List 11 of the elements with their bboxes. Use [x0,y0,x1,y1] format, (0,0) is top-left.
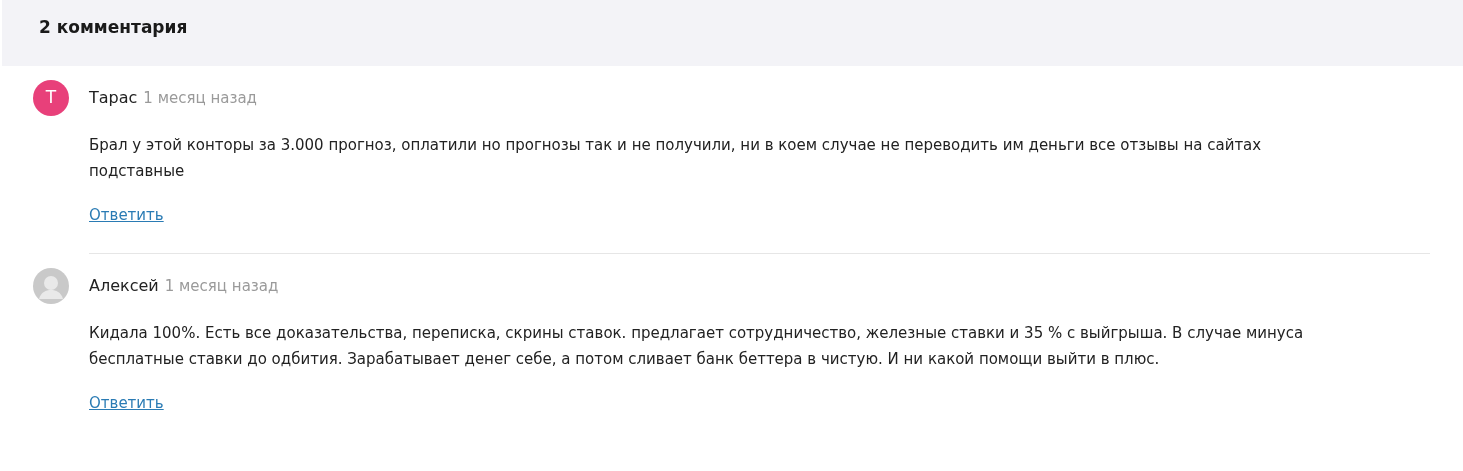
author-name: Тарас [89,88,138,107]
user-icon [33,268,69,304]
comment-text: Брал у этой конторы за 3.000 прогноз, оплатили но прогнозы так и не получили, ни в коем случае не переводить им деньги все отзывы на сайтах подставные [89,135,1263,182]
comment-time: 1 месяц назад [164,277,279,295]
reply-link[interactable]: Ответить [89,392,164,415]
comment-time: 1 месяц назад [143,89,257,107]
avatar: Т [33,80,69,116]
author-name: Алексей [89,276,159,295]
comment-text: Кидала 100%. Есть все доказательства, переписка, скрины ставок. предлагает сотрудничество, железные ставки и 35 % с выйгрыша. В случае минуса бесплатные ставки до одбития. Зарабатывает денег себе, а потом сливает банк беттера в чистую. И ни какой помощи выйти в плюс. [89,323,1305,370]
comments-title: 2 комментария [39,16,189,38]
reply-link[interactable]: Ответить [89,204,164,227]
